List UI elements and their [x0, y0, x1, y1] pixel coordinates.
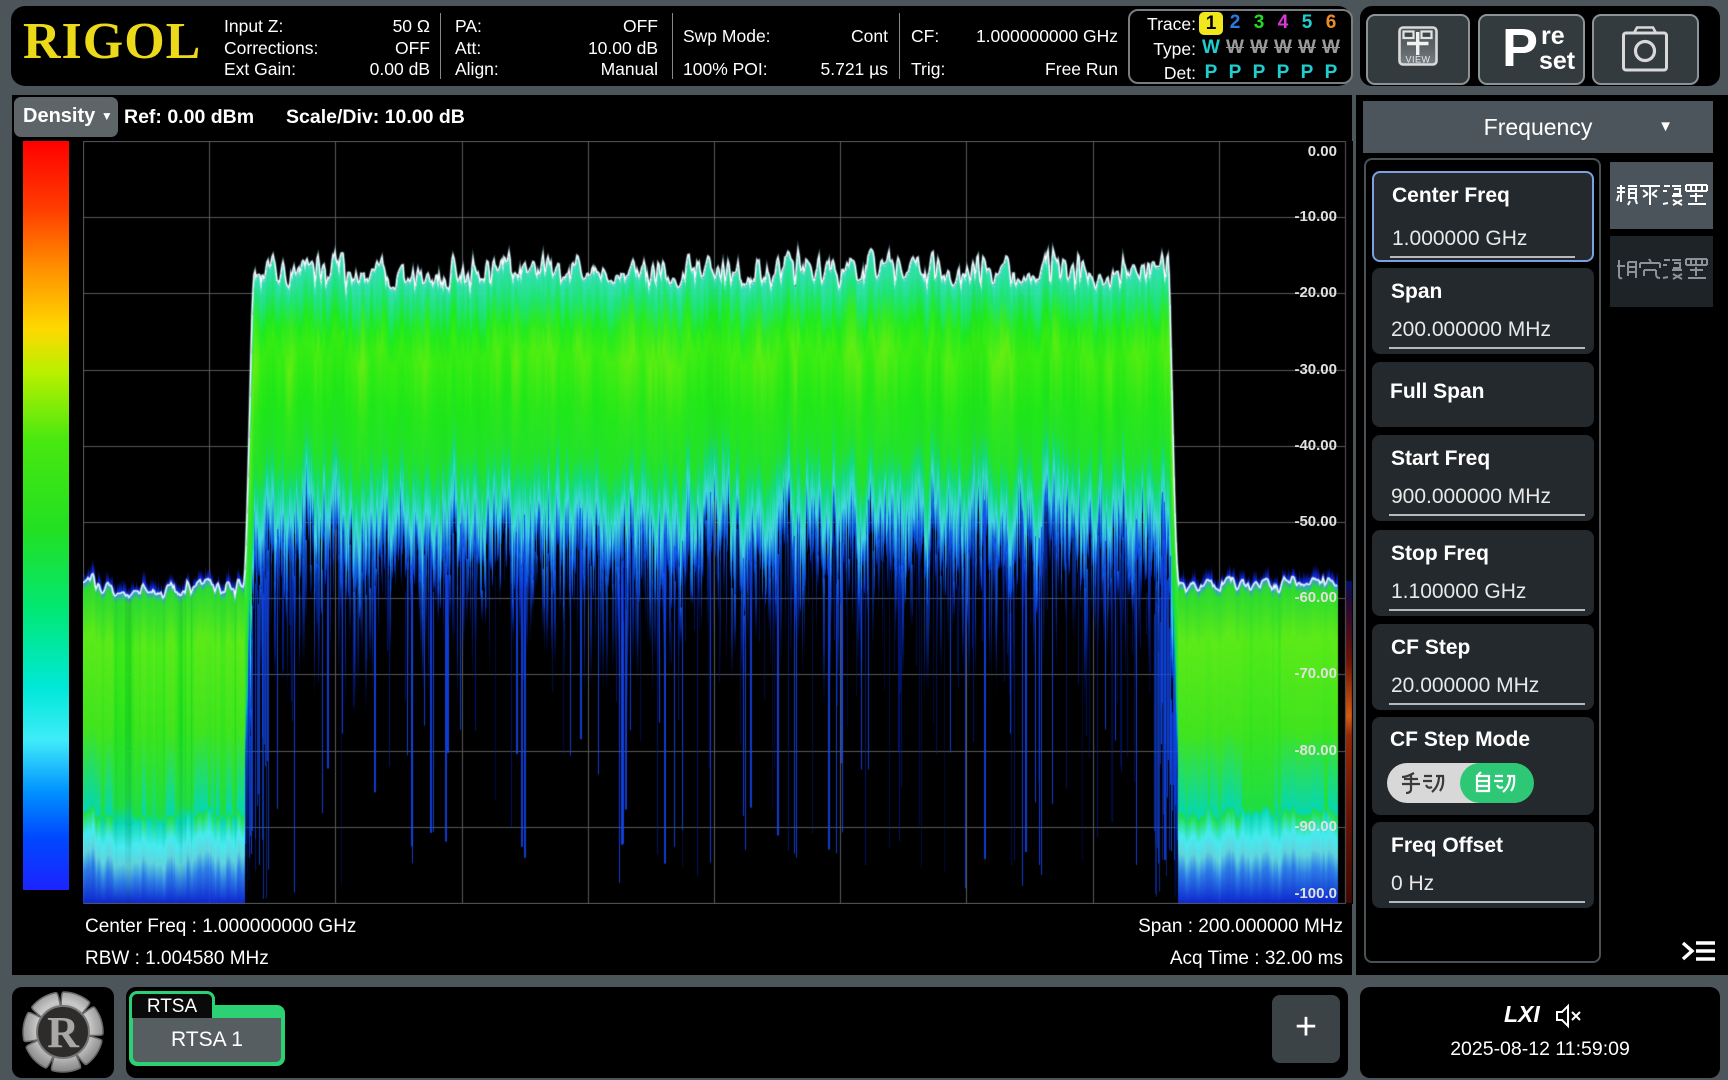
svg-text:R: R — [47, 1008, 80, 1057]
svg-text:VIEW: VIEW — [1405, 55, 1430, 65]
